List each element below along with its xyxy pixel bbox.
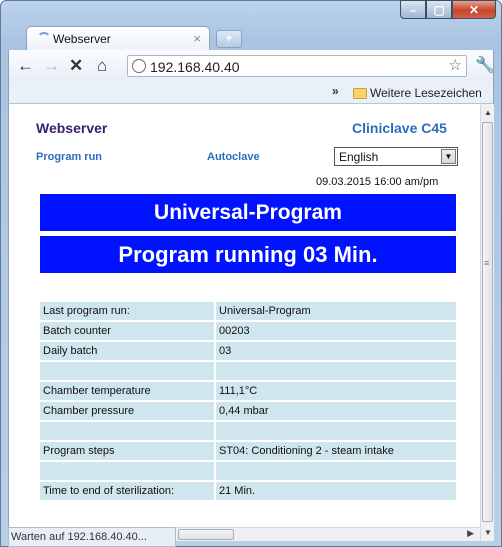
horizontal-scroll-thumb[interactable] [178, 529, 234, 540]
address-bar[interactable]: 192.168.40.40 ☆ [127, 55, 467, 77]
loading-spinner-icon [37, 32, 51, 46]
row-label: Chamber temperature [40, 382, 214, 400]
vertical-scrollbar[interactable]: ▲ ≡ ▼ [480, 104, 494, 541]
table-row [40, 362, 456, 380]
scroll-right-icon[interactable]: ▶ [467, 528, 474, 539]
chevron-down-icon[interactable]: ▼ [441, 149, 456, 164]
row-label: Daily batch [40, 342, 214, 360]
minimize-icon[interactable]: – [400, 0, 426, 19]
row-label: Time to end of sterilization: [40, 482, 214, 500]
table-row: Chamber temperature 111,1°C [40, 382, 456, 400]
status-table: Last program run: Universal-Program Batch… [40, 302, 456, 502]
row-value [216, 362, 456, 380]
globe-icon [132, 59, 146, 73]
bookmarks-folder-other[interactable]: Weitere Lesezeichen [370, 86, 482, 100]
forward-icon[interactable]: → [43, 56, 60, 76]
tab-title: Webserver [53, 32, 111, 46]
wrench-icon[interactable]: 🔧 [475, 55, 495, 75]
scroll-down-icon[interactable]: ▼ [484, 528, 492, 537]
table-row [40, 422, 456, 440]
row-label [40, 362, 214, 380]
table-row: Program steps ST04: Conditioning 2 - stea… [40, 442, 456, 460]
row-label: Batch counter [40, 322, 214, 340]
table-row: Daily batch 03 [40, 342, 456, 360]
row-value: 21 Min. [216, 482, 456, 500]
row-value: ST04: Conditioning 2 - steam intake [216, 442, 456, 460]
new-tab-button[interactable]: + [216, 30, 242, 48]
stop-icon[interactable]: ✕ [69, 56, 83, 76]
home-icon[interactable]: ⌂ [97, 56, 107, 76]
row-label [40, 462, 214, 480]
row-label [40, 422, 214, 440]
nav-autoclave[interactable]: Autoclave [207, 151, 260, 163]
grip-icon: ≡ [484, 258, 490, 268]
browser-toolbar: ← → ✕ ⌂ 192.168.40.40 ☆ 🔧 [8, 50, 495, 82]
status-bubble: Warten auf 192.168.40.40... [8, 527, 176, 547]
table-row: Time to end of sterilization: 21 Min. [40, 482, 456, 500]
scroll-up-icon[interactable]: ▲ [484, 108, 492, 117]
row-value: 0,44 mbar [216, 402, 456, 420]
close-icon[interactable]: ✕ [452, 0, 496, 19]
row-value [216, 422, 456, 440]
device-model: Cliniclave C45 [352, 120, 447, 136]
maximize-icon[interactable]: ▢ [426, 0, 452, 19]
row-value [216, 462, 456, 480]
row-label: Last program run: [40, 302, 214, 320]
language-value: English [339, 150, 379, 164]
nav-program-run[interactable]: Program run [36, 151, 102, 163]
row-value: 03 [216, 342, 456, 360]
row-label: Chamber pressure [40, 402, 214, 420]
table-row: Chamber pressure 0,44 mbar [40, 402, 456, 420]
vertical-scroll-thumb[interactable] [482, 122, 493, 522]
row-value: Universal-Program [216, 302, 456, 320]
brand-title: Webserver [36, 120, 108, 136]
row-value: 00203 [216, 322, 456, 340]
horizontal-scrollbar[interactable]: ▶ [176, 527, 480, 541]
back-icon[interactable]: ← [17, 56, 34, 76]
program-banner: Universal-Program [40, 194, 456, 231]
window-controls: – ▢ ✕ [400, 0, 496, 19]
row-label: Program steps [40, 442, 214, 460]
date-time: 09.03.2015 16:00 am/pm [316, 176, 439, 188]
language-select[interactable]: English ▼ [334, 147, 458, 166]
table-row: Last program run: Universal-Program [40, 302, 456, 320]
star-icon[interactable]: ☆ [449, 56, 462, 74]
table-row: Batch counter 00203 [40, 322, 456, 340]
folder-icon [353, 88, 367, 99]
row-value: 111,1°C [216, 382, 456, 400]
browser-tab[interactable]: Webserver × [26, 26, 210, 50]
url-text[interactable]: 192.168.40.40 [150, 59, 240, 75]
status-banner: Program running 03 Min. [40, 236, 456, 273]
bookmarks-bar: » Weitere Lesezeichen [8, 82, 494, 104]
table-row [40, 462, 456, 480]
bookmarks-overflow-chevron[interactable]: » [332, 84, 339, 98]
tab-close-button[interactable]: × [193, 31, 201, 46]
